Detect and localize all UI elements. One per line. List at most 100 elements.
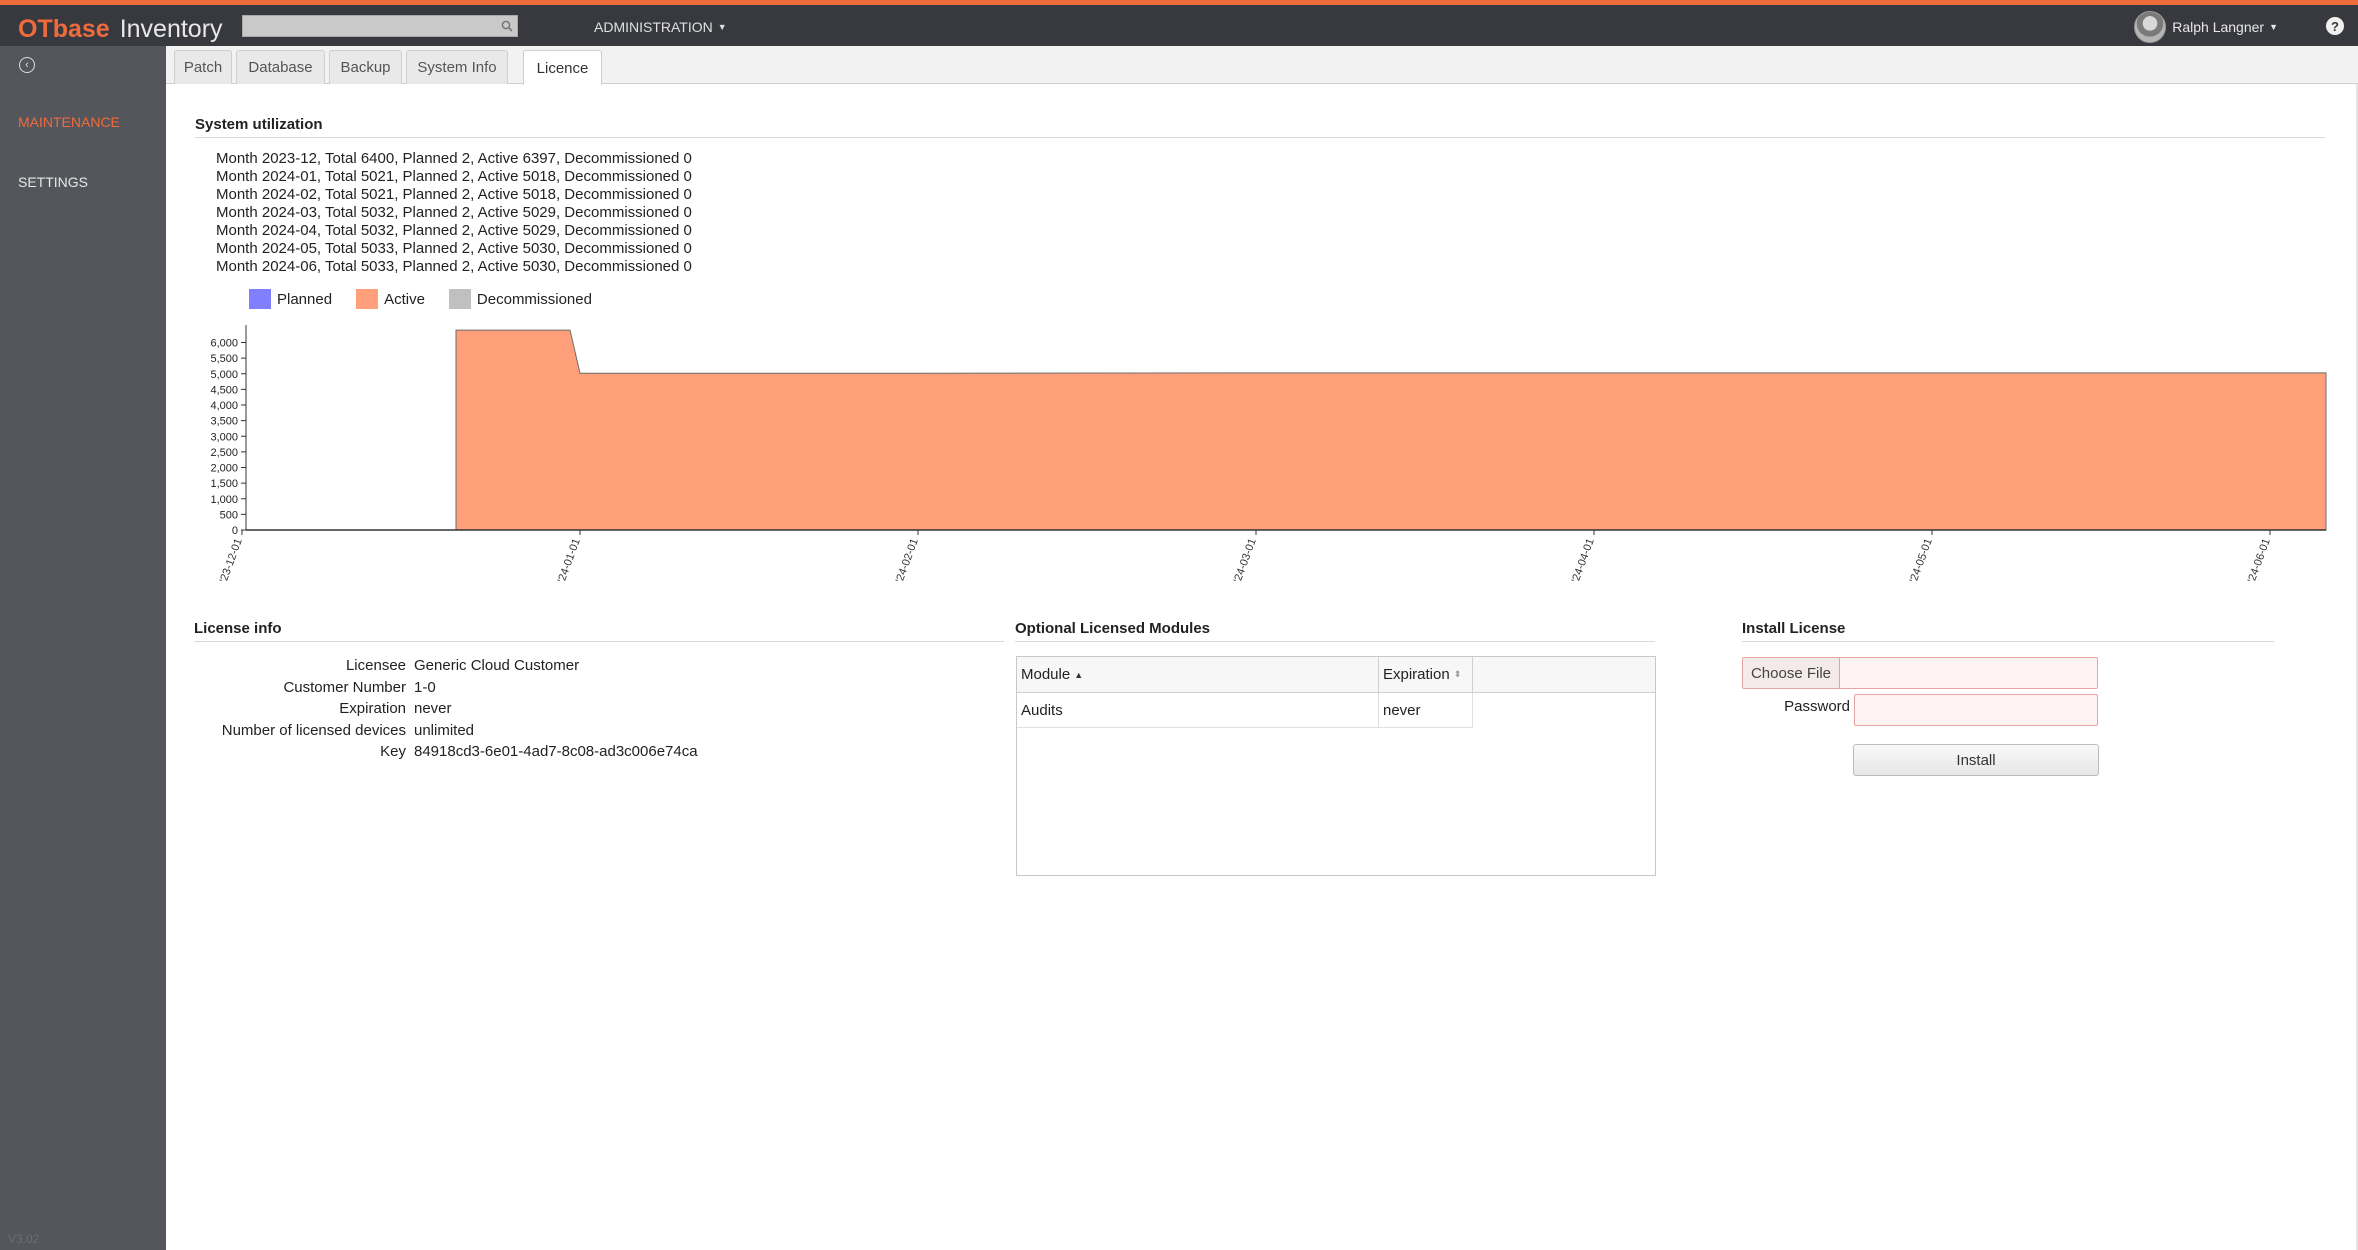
user-name: Ralph Langner xyxy=(2172,19,2265,35)
x-tick-label: '24-06-01 xyxy=(2246,537,2273,584)
utilization-line: Month 2024-01, Total 5021, Planned 2, Ac… xyxy=(216,168,692,185)
chart-legend: Planned Active Decommissioned xyxy=(249,289,616,309)
utilization-line: Month 2024-03, Total 5032, Planned 2, Ac… xyxy=(216,204,692,221)
legend-label: Decommissioned xyxy=(476,290,592,308)
avatar xyxy=(2134,11,2167,43)
y-tick-label: 6,000 xyxy=(210,338,238,350)
top-bar: OT base Inventory ADMINISTRATION ▼ Ralph La… xyxy=(0,0,2358,46)
legend-item-decommissioned[interactable]: Decommissioned xyxy=(448,289,592,309)
tab-backup[interactable]: Backup xyxy=(329,50,402,84)
y-tick-label: 0 xyxy=(232,525,238,537)
version-label: V3.02 xyxy=(8,1232,40,1246)
license-value: Generic Cloud Customer xyxy=(414,657,580,674)
license-row-devices: Number of licensed devices unlimited xyxy=(196,720,698,742)
sort-asc-icon: ▲ xyxy=(1074,669,1084,680)
module-expiration-cell: never xyxy=(1379,693,1473,727)
y-tick-label: 3,000 xyxy=(210,431,238,443)
legend-item-active[interactable]: Active xyxy=(356,289,425,309)
choose-file-input[interactable]: Choose File xyxy=(1742,657,2098,689)
y-tick-label: 5,000 xyxy=(210,369,238,381)
x-tick-label: '23-12-01 xyxy=(218,537,245,584)
administration-menu-label: ADMINISTRATION xyxy=(594,19,713,35)
y-tick-label: 4,000 xyxy=(210,400,238,412)
utilization-line: Month 2024-02, Total 5021, Planned 2, Ac… xyxy=(216,186,692,203)
table-row[interactable]: Audits never xyxy=(1017,693,1473,728)
password-field[interactable] xyxy=(1854,694,2098,726)
help-icon[interactable]: ? xyxy=(2326,17,2344,35)
x-tick-label: '24-05-01 xyxy=(1908,537,1935,584)
license-info-table: Licensee Generic Cloud Customer Customer … xyxy=(196,655,698,763)
x-tick-label: '24-03-01 xyxy=(1232,537,1259,584)
legend-label: Planned xyxy=(277,290,333,308)
modules-title: Optional Licensed Modules xyxy=(1015,620,1655,642)
modules-header-row: Module ▲ Expiration ⬍ xyxy=(1017,657,1655,693)
legend-item-planned[interactable]: Planned xyxy=(249,289,332,309)
install-button[interactable]: Install xyxy=(1853,744,2099,776)
app-logo[interactable]: OT base Inventory xyxy=(18,11,223,47)
utilization-line: Month 2023-12, Total 6400, Planned 2, Ac… xyxy=(216,150,692,167)
sidebar-item-maintenance[interactable]: MAINTENANCE xyxy=(18,114,120,130)
license-key-label: Licensee xyxy=(345,657,406,674)
license-key-label: Expiration xyxy=(339,700,406,717)
choose-file-button[interactable]: Choose File xyxy=(1743,658,1840,688)
license-row-key: Key 84918cd3-6e01-4ad7-8c08-ad3c006e74ca xyxy=(196,741,698,763)
utilization-chart: 0 500 1,000 1,500 2,000 2,500 3,000 3,500 4,000 4… xyxy=(210,325,2327,584)
y-tick-label: 4,500 xyxy=(210,384,238,396)
system-utilization-title: System utilization xyxy=(195,116,2325,138)
license-row-expiration: Expiration never xyxy=(196,698,698,720)
sort-icon: ⬍ xyxy=(1453,669,1462,679)
tab-patch[interactable]: Patch xyxy=(174,50,232,84)
password-label: Password xyxy=(1784,698,1850,715)
chevron-down-icon: ▼ xyxy=(2269,22,2278,32)
license-value: 1-0 xyxy=(414,678,436,696)
utilization-lines: Month 2023-12, Total 6400, Planned 2, Ac… xyxy=(216,150,692,276)
chevron-down-icon: ▼ xyxy=(717,22,727,32)
utilization-line: Month 2024-04, Total 5032, Planned 2, Ac… xyxy=(216,222,692,239)
utilization-line: Month 2024-05, Total 5033, Planned 2, Ac… xyxy=(216,240,692,257)
collapse-back-icon[interactable]: ‹ xyxy=(19,57,35,73)
legend-swatch xyxy=(448,289,471,309)
license-value: never xyxy=(414,700,452,717)
license-value: 84918cd3-6e01-4ad7-8c08-ad3c006e74ca xyxy=(414,743,698,760)
logo-ot: OT xyxy=(18,14,53,43)
y-tick-label: 2,500 xyxy=(210,447,238,459)
install-license-title: Install License xyxy=(1742,620,2274,642)
search-icon[interactable] xyxy=(501,20,513,32)
tab-database[interactable]: Database xyxy=(236,50,325,84)
sidebar-item-settings[interactable]: SETTINGS xyxy=(18,174,88,190)
module-name-cell: Audits xyxy=(1017,693,1379,727)
utilization-line: Month 2024-06, Total 5033, Planned 2, Ac… xyxy=(216,258,692,275)
y-tick-label: 500 xyxy=(220,509,238,521)
search-input[interactable] xyxy=(243,16,493,36)
column-header-module[interactable]: Module ▲ xyxy=(1017,657,1379,692)
license-row-licensee: Licensee Generic Cloud Customer xyxy=(196,655,698,677)
license-row-customer-number: Customer Number 1-0 xyxy=(196,677,698,699)
column-header-label: Module xyxy=(1021,666,1071,683)
y-tick-label: 3,500 xyxy=(210,416,238,428)
logo-base: base xyxy=(52,14,110,43)
y-tick-label: 5,500 xyxy=(210,353,238,365)
y-tick-label: 1,500 xyxy=(210,478,238,490)
license-key-label: Key xyxy=(380,743,406,760)
search-box xyxy=(242,15,518,37)
app-name: Inventory xyxy=(119,14,223,43)
sidebar: ‹ MAINTENANCE SETTINGS V3.02 xyxy=(0,46,166,1250)
legend-swatch xyxy=(249,289,271,309)
tab-licence[interactable]: Licence xyxy=(523,50,602,85)
license-value: unlimited xyxy=(414,721,475,739)
legend-swatch xyxy=(356,289,379,309)
legend-label: Active xyxy=(384,290,425,308)
tab-system-info[interactable]: System Info xyxy=(406,50,508,84)
y-tick-label: 1,000 xyxy=(210,494,238,506)
user-menu[interactable]: Ralph Langner ▼ xyxy=(2134,8,2278,46)
column-header-label: Expiration xyxy=(1383,666,1450,683)
y-tick-label: 2,000 xyxy=(210,463,238,475)
license-info-title: License info xyxy=(194,620,1004,642)
x-tick-label: '24-04-01 xyxy=(1570,537,1597,584)
tab-bar: Patch Database Backup System Info Licenc… xyxy=(166,46,2358,85)
column-header-expiration[interactable]: Expiration ⬍ xyxy=(1379,657,1473,692)
administration-menu[interactable]: ADMINISTRATION ▼ xyxy=(594,14,727,40)
x-tick-label: '24-02-01 xyxy=(894,537,921,584)
license-key-label: Number of licensed devices xyxy=(221,721,406,739)
x-tick-label: '24-01-01 xyxy=(556,537,583,584)
